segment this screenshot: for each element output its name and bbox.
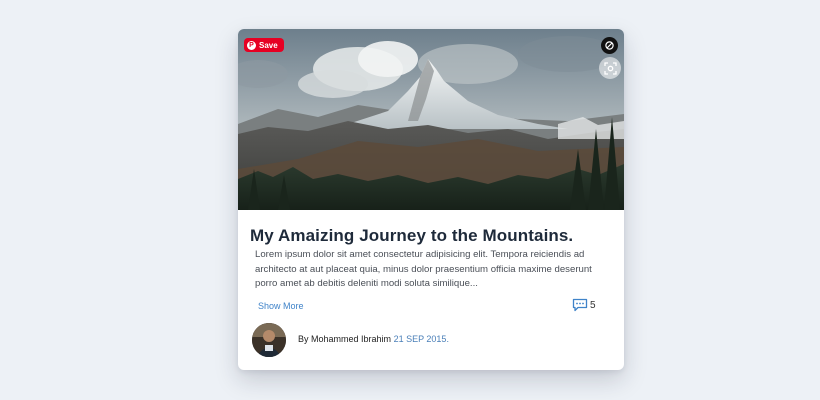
share-glyph (605, 41, 614, 50)
comment-count: 5 (590, 299, 596, 311)
avatar[interactable] (252, 323, 286, 357)
save-label: Save (259, 40, 278, 50)
share-icon[interactable] (601, 37, 618, 54)
post-date: 21 SEP 2015. (393, 334, 449, 344)
comment-icon (572, 298, 588, 312)
comments-button[interactable]: 5 (572, 298, 596, 312)
save-button[interactable]: P Save (244, 38, 284, 52)
hero-image: P Save (238, 29, 624, 210)
card-body-text: Lorem ipsum dolor sit amet consectetur a… (255, 249, 592, 289)
author-name: By Mohammed Ibrahim (298, 334, 392, 344)
show-more-link[interactable]: Show More (258, 301, 304, 311)
pinterest-icon: P (247, 40, 256, 50)
card-title: My Amaizing Journey to the Mountains. (250, 226, 574, 245)
lens-glyph (603, 61, 617, 75)
avatar-photo (252, 323, 286, 357)
mountain-photo (238, 29, 624, 210)
byline: By Mohammed Ibrahim 21 SEP 2015. (298, 334, 449, 344)
visual-search-icon[interactable] (599, 57, 621, 79)
article-card: P Save My Amaizing Journey to the Mounta… (238, 29, 624, 370)
